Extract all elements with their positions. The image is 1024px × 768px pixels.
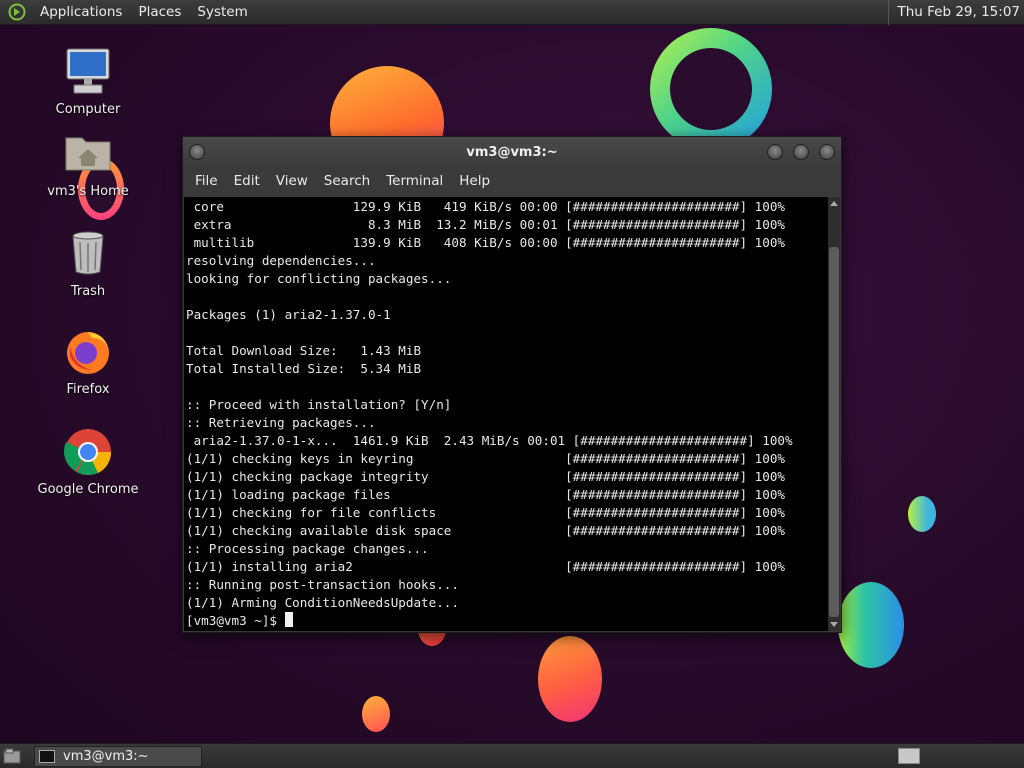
home-folder-icon: [65, 137, 111, 171]
terminal-icon: [39, 749, 55, 763]
text-cursor: [284, 612, 293, 627]
terminal-line: Packages (1) aria2-1.37.0-1: [186, 307, 391, 322]
menu-search[interactable]: Search: [316, 173, 378, 189]
places-menu[interactable]: Places: [130, 4, 189, 20]
terminal-line: (1/1) installing aria2 [################…: [186, 559, 785, 574]
bottom-panel: vm3@vm3:~: [0, 743, 1024, 768]
computer-icon: [66, 48, 110, 94]
terminal-line: extra 8.3 MiB 13.2 MiB/s 00:01 [########…: [186, 217, 785, 232]
trash-icon: [72, 231, 104, 275]
desktop-icon-computer[interactable]: Computer: [33, 46, 143, 117]
terminal-line: (1/1) loading package files [###########…: [186, 487, 785, 502]
terminal-line: core 129.9 KiB 419 KiB/s 00:00 [########…: [186, 199, 785, 214]
terminal-line: resolving dependencies...: [186, 253, 376, 268]
menu-terminal[interactable]: Terminal: [378, 173, 451, 189]
terminal-line: aria2-1.37.0-1-x... 1461.9 KiB 2.43 MiB/…: [186, 433, 793, 448]
scroll-down-arrow-icon[interactable]: [830, 622, 838, 627]
desktop-icon-trash[interactable]: Trash: [33, 228, 143, 299]
system-menu[interactable]: System: [189, 4, 255, 20]
show-desktop-icon: [3, 748, 21, 764]
taskbar-item-terminal[interactable]: vm3@vm3:~: [34, 745, 202, 767]
terminal-line: (1/1) Arming ConditionNeedsUpdate...: [186, 595, 459, 610]
terminal-line: (1/1) checking keys in keyring [########…: [186, 451, 785, 466]
desktop-icon-label: vm3's Home: [47, 184, 129, 199]
maximize-button[interactable]: [793, 144, 809, 160]
wallpaper-shape: [650, 28, 772, 150]
terminal-line: (1/1) checking available disk space [###…: [186, 523, 785, 538]
menu-view[interactable]: View: [268, 173, 316, 189]
taskbar-item-label: vm3@vm3:~: [63, 748, 149, 764]
terminal-prompt-line[interactable]: [vm3@vm3 ~]$: [186, 612, 828, 630]
terminal-line: :: Running post-transaction hooks...: [186, 577, 459, 592]
chrome-icon: [64, 429, 112, 476]
desktop-icon-chrome[interactable]: Google Chrome: [33, 426, 143, 497]
terminal-line: :: Processing package changes...: [186, 541, 429, 556]
menu-file[interactable]: File: [187, 173, 226, 189]
terminal-line: Total Installed Size: 5.34 MiB: [186, 361, 422, 376]
desktop-icon-label: Google Chrome: [37, 482, 139, 497]
scrollbar-thumb[interactable]: [829, 247, 839, 617]
wallpaper-shape: [838, 582, 904, 668]
window-title: vm3@vm3:~: [466, 144, 558, 160]
scroll-up-arrow-icon[interactable]: [830, 201, 838, 206]
desktop-icon-label: Computer: [55, 102, 121, 117]
shell-prompt: [vm3@vm3 ~]$: [186, 613, 285, 628]
window-menu-button[interactable]: [189, 144, 205, 160]
terminal-scrollbar[interactable]: [828, 197, 840, 631]
menu-edit[interactable]: Edit: [226, 173, 268, 189]
workspace-switcher[interactable]: [898, 748, 920, 764]
menu-help[interactable]: Help: [451, 173, 498, 189]
wallpaper-shape: [362, 696, 390, 732]
desktop-icon-label: Trash: [70, 284, 106, 299]
terminal-output[interactable]: core 129.9 KiB 419 KiB/s 00:00 [########…: [184, 197, 828, 631]
terminal-line: multilib 139.9 KiB 408 KiB/s 00:00 [####…: [186, 235, 785, 250]
minimize-button[interactable]: [767, 144, 783, 160]
terminal-window[interactable]: vm3@vm3:~ File Edit View Search Terminal…: [182, 136, 842, 633]
panel-clock[interactable]: Thu Feb 29, 15:07: [888, 0, 1024, 25]
terminal-line: Total Download Size: 1.43 MiB: [186, 343, 422, 358]
wallpaper-shape: [908, 496, 936, 532]
applications-menu[interactable]: Applications: [32, 4, 130, 20]
desktop-icon-home[interactable]: vm3's Home: [33, 128, 143, 199]
terminal-line: (1/1) checking for file conflicts [#####…: [186, 505, 785, 520]
terminal-line: :: Retrieving packages...: [186, 415, 376, 430]
desktop-icon-label: Firefox: [66, 382, 110, 397]
top-panel: Applications Places System Thu Feb 29, 1…: [0, 0, 1024, 25]
close-button[interactable]: [819, 144, 835, 160]
terminal-line: :: Proceed with installation? [Y/n]: [186, 397, 452, 412]
desktop-icon-firefox[interactable]: Firefox: [33, 326, 143, 397]
distro-logo-icon[interactable]: [6, 1, 28, 23]
terminal-line: (1/1) checking package integrity [######…: [186, 469, 785, 484]
wallpaper-shape: [538, 636, 602, 722]
window-titlebar[interactable]: vm3@vm3:~: [183, 137, 841, 167]
show-desktop-button[interactable]: [0, 744, 24, 768]
firefox-icon: [67, 332, 109, 374]
terminal-line: looking for conflicting packages...: [186, 271, 452, 286]
terminal-menubar: File Edit View Search Terminal Help: [183, 167, 841, 195]
